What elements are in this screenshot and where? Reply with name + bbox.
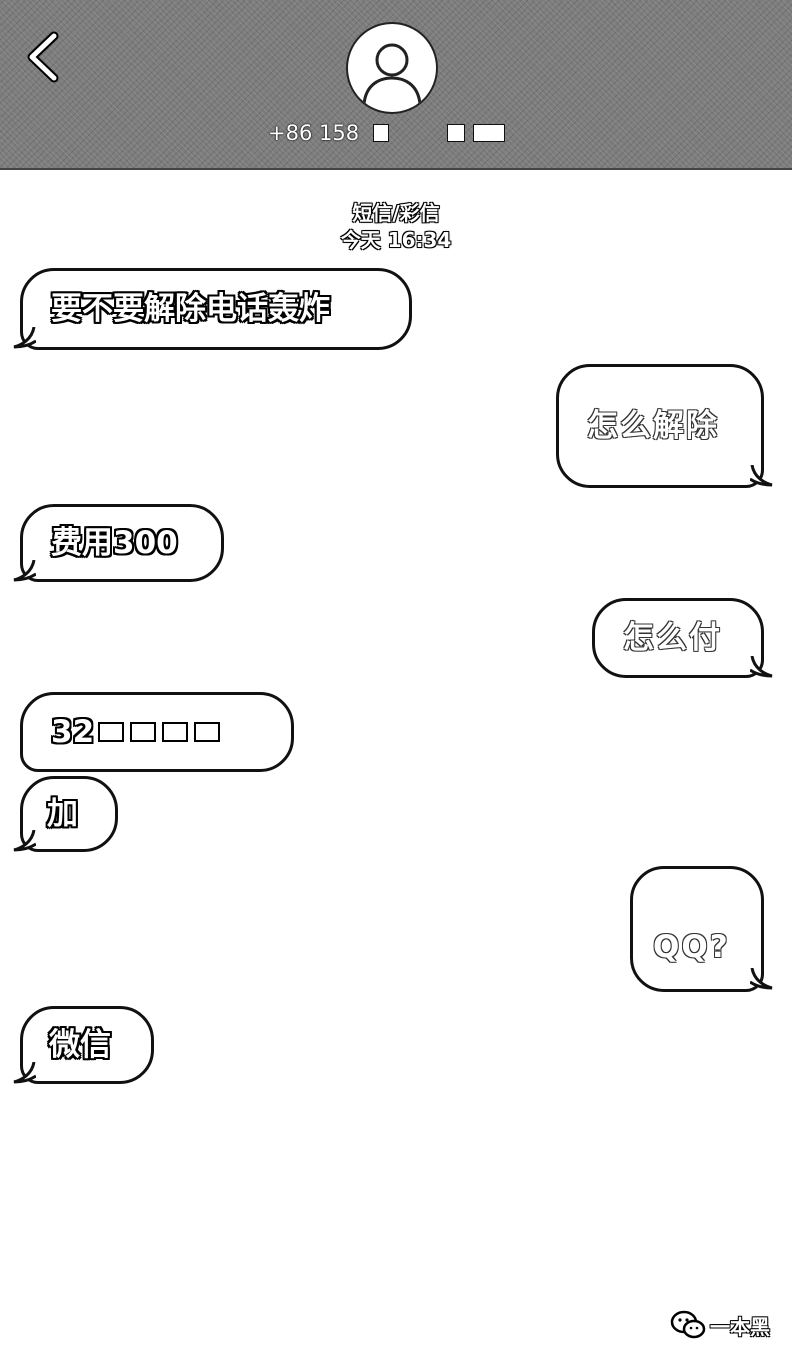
- chevron-left-icon: [27, 31, 59, 83]
- conversation-header: +86 158: [0, 0, 792, 170]
- person-icon: [362, 43, 422, 105]
- contact-number[interactable]: +86 158: [268, 120, 506, 146]
- message-bubble-incoming[interactable]: 费用300: [20, 504, 224, 582]
- message-bubble-incoming[interactable]: 要不要解除电话轰炸: [20, 268, 412, 350]
- bubble-tail: [12, 560, 36, 582]
- message-text: 32: [51, 714, 95, 750]
- bubble-tail: [12, 1062, 36, 1084]
- bubble-tail: [750, 656, 774, 678]
- thread-type-label: 短信/彩信: [352, 201, 440, 225]
- contact-avatar[interactable]: [346, 22, 438, 114]
- message-bubble-outgoing[interactable]: QQ?: [630, 866, 764, 992]
- contact-number-text: +86 158: [268, 121, 360, 145]
- message-text: QQ?: [653, 929, 730, 965]
- message-text: 加: [47, 796, 78, 832]
- message-bubble-outgoing[interactable]: 怎么解除: [556, 364, 764, 488]
- message-bubble-outgoing[interactable]: 怎么付: [592, 598, 764, 678]
- message-text: 怎么付: [623, 620, 722, 656]
- message-text: 费用300: [51, 525, 178, 561]
- number-redaction: [447, 124, 466, 142]
- number-redaction: [473, 124, 506, 142]
- bubble-tail: [750, 968, 774, 990]
- message-text: 要不要解除电话轰炸: [51, 291, 330, 327]
- thread-timestamp: 今天 16:34: [340, 228, 452, 252]
- message-redaction: [98, 722, 221, 742]
- back-button[interactable]: [22, 30, 66, 84]
- wechat-icon: [670, 1310, 706, 1339]
- watermark-text: 一本黑: [710, 1314, 770, 1339]
- message-text: 怎么解除: [587, 408, 719, 444]
- bubble-tail: [12, 327, 36, 349]
- number-redaction: [373, 124, 390, 142]
- message-bubble-incoming[interactable]: 32: [20, 692, 294, 772]
- bubble-tail: [12, 830, 36, 852]
- bubble-tail: [750, 465, 774, 487]
- message-bubble-incoming[interactable]: 微信: [20, 1006, 154, 1084]
- watermark: 一本黑: [670, 1310, 770, 1340]
- message-text: 微信: [49, 1027, 111, 1063]
